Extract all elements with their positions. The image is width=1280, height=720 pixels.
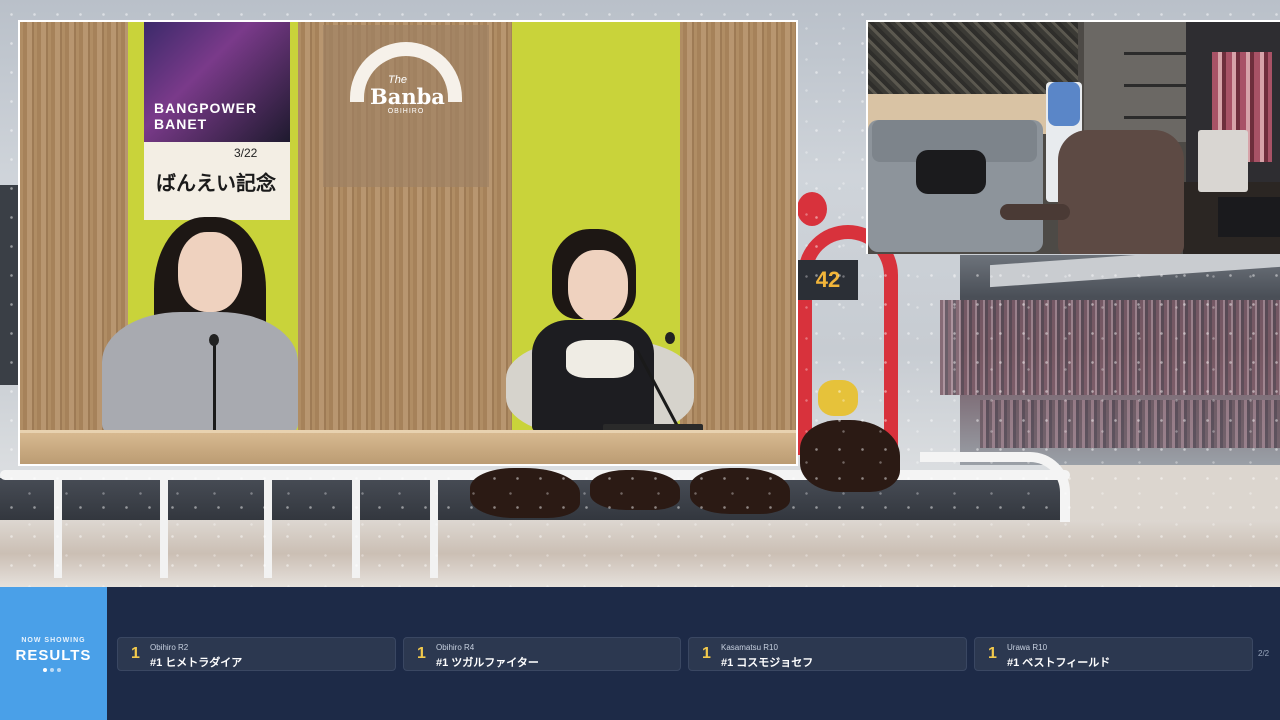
keyboard bbox=[1218, 197, 1280, 237]
poster-date: 3/22 bbox=[234, 146, 258, 160]
result-rank: 1 bbox=[131, 645, 140, 662]
result-race: Urawa R10 bbox=[1007, 643, 1048, 652]
page-indicator: 2/2 bbox=[1258, 649, 1270, 658]
result-card: 1 Obihiro R4 #1 ツガルファイター bbox=[403, 637, 681, 671]
poster-event-name: ばんえい記念 bbox=[156, 173, 276, 195]
result-card: 1 Obihiro R2 #1 ヒメトラダイア bbox=[117, 637, 396, 671]
shelf-board bbox=[1124, 52, 1190, 55]
host-left-body bbox=[102, 312, 298, 437]
result-horse: #1 ツガルファイター bbox=[436, 657, 539, 669]
shelf bbox=[1084, 22, 1194, 142]
microphone-stand bbox=[213, 342, 216, 434]
host-left-face bbox=[178, 232, 242, 312]
page-dot bbox=[57, 668, 61, 672]
poster-title: BANGPOWER BANET bbox=[154, 100, 258, 132]
logo-subtitle: OBIHIRO bbox=[387, 108, 425, 115]
event-poster: BANGPOWER BANET 3/22 ばんえい記念 bbox=[144, 22, 290, 220]
wood-panel bbox=[680, 22, 796, 464]
now-showing-panel: NOW SHOWING RESULTS bbox=[0, 587, 107, 720]
now-showing-label: NOW SHOWING bbox=[21, 637, 86, 644]
result-horse: #1 ベストフィールド bbox=[1007, 657, 1111, 669]
page-dot-active bbox=[43, 668, 47, 672]
result-race: Obihiro R2 bbox=[150, 643, 189, 652]
webcam-video-window bbox=[866, 20, 1280, 254]
water-bottle bbox=[1048, 82, 1080, 126]
results-ticker: NOW SHOWING RESULTS 1 Obihiro R2 #1 ヒメトラ… bbox=[0, 587, 1280, 720]
shelf-board bbox=[1124, 84, 1190, 87]
result-card: 1 Urawa R10 #1 ベストフィールド bbox=[974, 637, 1253, 671]
chair-armrest bbox=[1000, 204, 1070, 220]
result-rank: 1 bbox=[702, 645, 711, 662]
result-horse: #1 ヒメトラダイア bbox=[150, 657, 243, 669]
studio-desk bbox=[20, 430, 796, 464]
page-dot bbox=[50, 668, 54, 672]
office-chair bbox=[1058, 130, 1184, 254]
host-right-bow bbox=[566, 340, 634, 378]
result-race: Kasamatsu R10 bbox=[721, 643, 778, 652]
result-race: Obihiro R4 bbox=[436, 643, 475, 652]
host-right-face bbox=[568, 250, 628, 322]
logo-name: Banba bbox=[370, 84, 445, 109]
result-horse: #1 コスモジョセフ bbox=[721, 657, 814, 669]
microphone-icon bbox=[665, 332, 675, 344]
result-rank: 1 bbox=[988, 645, 997, 662]
microphone-icon bbox=[209, 334, 219, 346]
results-label: RESULTS bbox=[15, 647, 92, 664]
pagination-dots bbox=[43, 668, 65, 672]
result-card: 1 Kasamatsu R10 #1 コスモジョセフ bbox=[688, 637, 967, 671]
pc-tower bbox=[1198, 130, 1248, 192]
black-bag bbox=[916, 150, 986, 194]
result-rank: 1 bbox=[417, 645, 426, 662]
studio-video-window: BANGPOWER BANET 3/22 ばんえい記念 The Banba OB… bbox=[18, 20, 798, 466]
shelf-board bbox=[1124, 116, 1190, 119]
